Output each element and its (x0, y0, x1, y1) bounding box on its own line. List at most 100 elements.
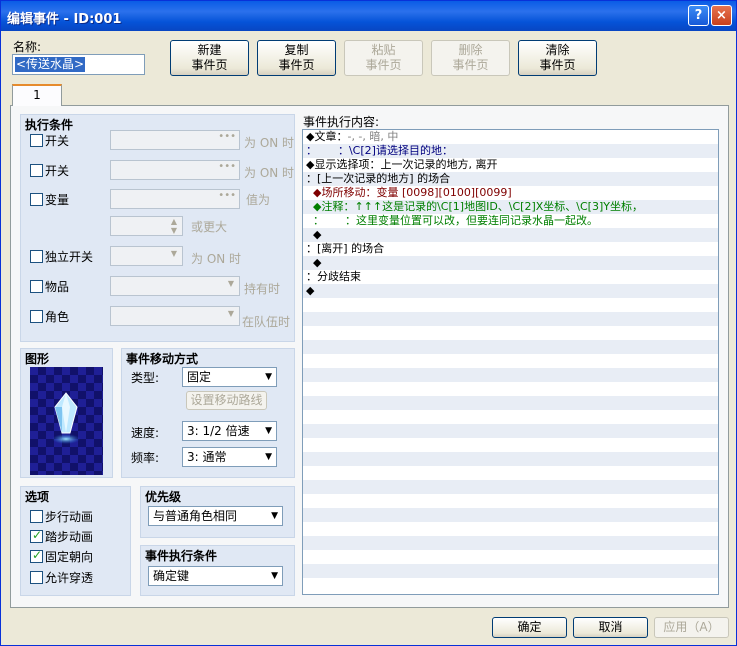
item-select[interactable]: ▼ (110, 276, 240, 296)
copy-page-button[interactable]: 复制 事件页 (257, 40, 336, 76)
ok-button[interactable]: 确定 (492, 617, 567, 638)
self-switch-checkbox[interactable] (30, 250, 43, 263)
command-row[interactable] (303, 424, 718, 438)
command-row[interactable]: ：[离开] 的场合 (303, 242, 718, 256)
command-list[interactable]: ◆文章：-, -, 暗, 中： ：\C[2]请选择目的地： ◆显示选择项：上一次记… (302, 129, 719, 595)
command-row[interactable] (303, 438, 718, 452)
options-title: 选项 (25, 490, 50, 504)
command-row[interactable] (303, 494, 718, 508)
command-row[interactable]: ◆显示选择项：上一次记录的地方, 离开 (303, 158, 718, 172)
chevron-down-icon: ▼ (265, 426, 272, 436)
command-row[interactable] (303, 480, 718, 494)
priority-select[interactable]: 与普通角色相同 ▼ (148, 506, 283, 526)
clear-page-button[interactable]: 清除 事件页 (518, 40, 597, 76)
speed-select[interactable]: 3: 1/2 倍速 ▼ (182, 421, 277, 441)
command-row[interactable] (303, 396, 718, 410)
edit-event-window: 编辑事件 - ID:001 ? × 名称: <传送水晶> 新建 事件页 复制 事… (0, 0, 737, 646)
actor-checkbox[interactable] (30, 310, 43, 323)
trigger-value: 确定键 (153, 569, 190, 583)
command-row[interactable] (303, 326, 718, 340)
command-row[interactable] (303, 312, 718, 326)
switch2-field[interactable]: ••• (110, 160, 240, 180)
actor-suffix: 在队伍时 (242, 315, 291, 329)
command-row[interactable] (303, 536, 718, 550)
command-row[interactable]: ◆文章：-, -, 暗, 中 (303, 130, 718, 144)
set-route-button[interactable]: 设置移动路线 (186, 391, 267, 410)
option-checkbox[interactable] (30, 510, 43, 523)
command-row[interactable]: ： ：\C[2]请选择目的地： (303, 144, 718, 158)
command-row[interactable] (303, 466, 718, 480)
command-row[interactable] (303, 410, 718, 424)
option-checkbox[interactable] (30, 528, 43, 543)
command-row[interactable] (303, 508, 718, 522)
close-button[interactable]: × (711, 5, 732, 26)
copy-page-line2: 事件页 (278, 58, 315, 72)
chevron-down-icon: ▼ (271, 511, 278, 521)
item-label: 物品 (45, 280, 70, 294)
command-row[interactable] (303, 368, 718, 382)
command-row[interactable]: ◆注释：↑↑↑这是记录的\C[1]地图ID、\C[2]X坐标、\C[3]Y坐标， (303, 200, 718, 214)
variable-value-spinner[interactable]: ▲ ▼ (110, 216, 183, 236)
event-graphic[interactable] (30, 367, 103, 475)
command-text: ◆ (306, 256, 322, 269)
command-row[interactable] (303, 564, 718, 578)
command-row[interactable]: ： ：这里变量位置可以改，但要连同记录水晶一起改。 (303, 214, 718, 228)
option-checkbox[interactable] (30, 548, 43, 563)
new-page-line1: 新建 (197, 43, 222, 57)
command-row[interactable] (303, 550, 718, 564)
paste-page-line2: 事件页 (365, 58, 402, 72)
variable-suffix2: 或更大 (191, 220, 228, 234)
speed-label: 速度: (131, 426, 160, 440)
command-row[interactable]: ◆ (303, 228, 718, 242)
switch2-checkbox[interactable] (30, 164, 43, 177)
command-row[interactable]: ：分歧结束 (303, 270, 718, 284)
tab-page-1[interactable]: 1 (12, 84, 62, 106)
movement-type-select[interactable]: 固定 ▼ (182, 367, 277, 387)
delete-page-button[interactable]: 删除 事件页 (431, 40, 510, 76)
freq-label: 频率: (131, 451, 160, 465)
trigger-select[interactable]: 确定键 ▼ (148, 566, 283, 586)
variable-field[interactable]: ••• (110, 189, 240, 209)
switch1-suffix: 为 ON 时 (244, 136, 295, 150)
command-row[interactable] (303, 522, 718, 536)
command-row[interactable] (303, 452, 718, 466)
movement-title: 事件移动方式 (126, 352, 199, 366)
variable-checkbox[interactable] (30, 193, 43, 206)
crystal-graphic-icon (30, 367, 103, 475)
command-text: ◆注释：↑↑↑这是记录的\C[1]地图ID、\C[2]X坐标、\C[3]Y坐标， (306, 200, 643, 213)
command-row[interactable]: ◆ (303, 284, 718, 298)
help-button[interactable]: ? (688, 5, 709, 26)
chevron-down-icon: ▼ (265, 372, 272, 382)
cancel-button[interactable]: 取消 (573, 617, 648, 638)
window-title: 编辑事件 - ID:001 (7, 12, 122, 27)
command-row[interactable] (303, 382, 718, 396)
name-value: <传送水晶> (15, 57, 86, 72)
self-switch-label: 独立开关 (45, 250, 94, 264)
titlebar: 编辑事件 - ID:001 ? × (1, 1, 736, 31)
command-row[interactable]: ：[上一次记录的地方] 的场合 (303, 172, 718, 186)
paste-page-button[interactable]: 粘贴 事件页 (344, 40, 423, 76)
command-row[interactable]: ◆场所移动：变量 [0098][0100][0099] (303, 186, 718, 200)
item-checkbox[interactable] (30, 280, 43, 293)
actor-select[interactable]: ▼ (110, 306, 240, 326)
actor-label: 角色 (45, 310, 70, 324)
apply-button[interactable]: 应用（A） (654, 617, 729, 638)
command-row[interactable]: ◆ (303, 256, 718, 270)
clear-page-line2: 事件页 (539, 58, 576, 72)
new-page-button[interactable]: 新建 事件页 (170, 40, 249, 76)
switch1-field[interactable]: ••• (110, 130, 240, 150)
command-row[interactable] (303, 354, 718, 368)
option-checkbox[interactable] (30, 571, 43, 584)
freq-select[interactable]: 3: 通常 ▼ (182, 447, 277, 467)
self-switch-select[interactable]: ▼ (110, 246, 183, 266)
name-field[interactable]: <传送水晶> (12, 54, 145, 75)
command-row[interactable] (303, 298, 718, 312)
delete-page-line2: 事件页 (452, 58, 489, 72)
commands-title: 事件执行内容: (303, 115, 380, 129)
switch1-checkbox[interactable] (30, 134, 43, 147)
command-row[interactable] (303, 340, 718, 354)
command-text: ：[离开] 的场合 (306, 242, 385, 255)
command-row[interactable] (303, 578, 718, 592)
movement-type-value: 固定 (187, 370, 212, 384)
clear-page-line1: 清除 (545, 43, 570, 57)
